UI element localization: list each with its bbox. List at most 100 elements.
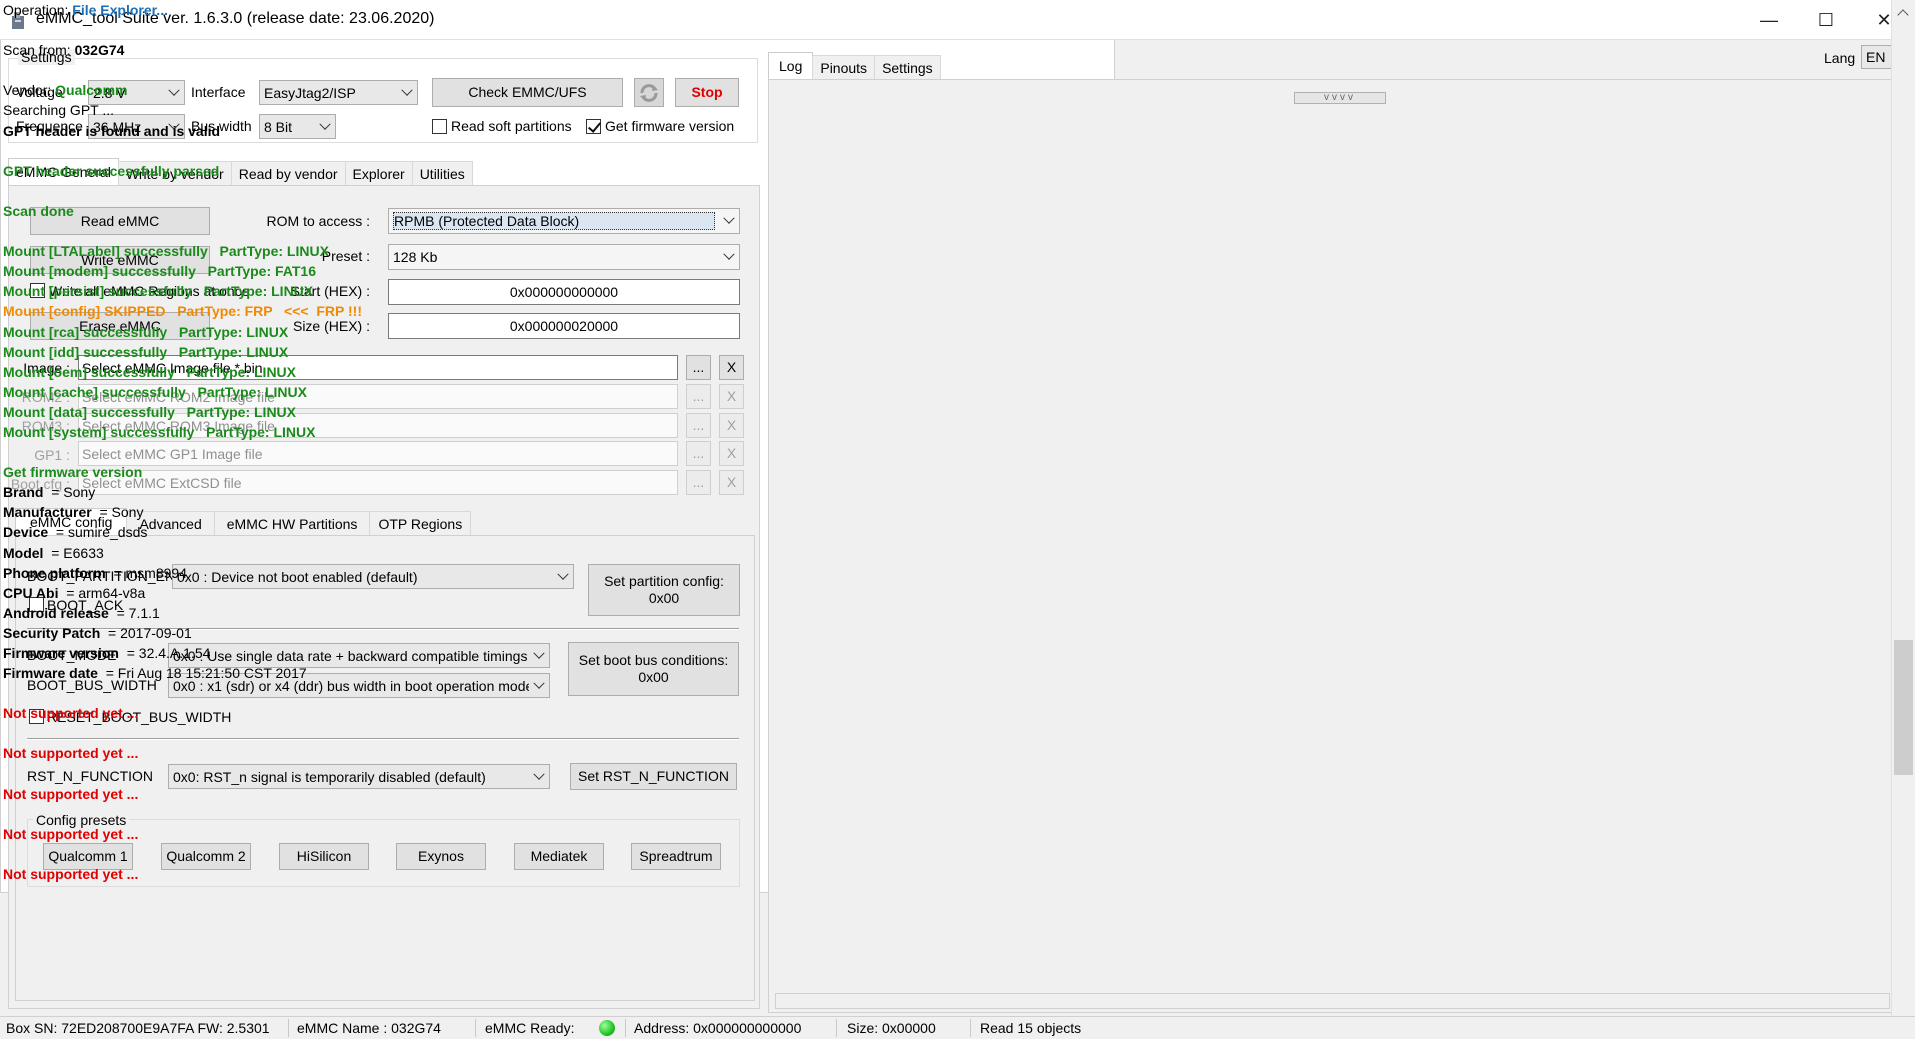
log-line: Searching GPT ... (3, 100, 1887, 120)
log-line: Model = E6633 (3, 543, 1887, 563)
status-divider (970, 1019, 971, 1037)
log-line: Mount [data] successfully PartType: LINU… (3, 402, 1887, 422)
log-line: Manufacturer = Sony (3, 502, 1887, 522)
log-line: Get firmware version (3, 462, 1887, 482)
log-line: Not supported yet ... (3, 703, 1887, 723)
log-segment: Firmware date (3, 665, 98, 682)
log-segment: Mount [LTALabel] successfully PartType: … (3, 243, 329, 260)
log-line: Mount [LTALabel] successfully PartType: … (3, 241, 1887, 261)
log-segment: = Sony (43, 484, 96, 501)
log-segment: = msm8994 (105, 564, 187, 581)
log-lines: Operation: File Explorer... Scan from: 0… (3, 0, 1887, 884)
log-line: Mount [oem] successfully PartType: LINUX (3, 362, 1887, 382)
status-divider (288, 1019, 289, 1037)
log-line: Not supported yet ... (3, 824, 1887, 844)
log-segment: Scan done (3, 202, 74, 219)
log-segment: Not supported yet ... (3, 825, 139, 842)
log-line: GPT header successfully parsed (3, 161, 1887, 181)
log-segment: Not supported yet ... (3, 745, 139, 762)
log-line: Not supported yet ... (3, 743, 1887, 763)
log-line: Mount [system] successfully PartType: LI… (3, 422, 1887, 442)
log-line: CPU Abi = arm64-v8a (3, 583, 1887, 603)
log-segment: Qualcomm (55, 82, 128, 99)
log-line: Phone platform = msm8994 (3, 563, 1887, 583)
log-segment: Not supported yet ... (3, 705, 139, 722)
log-segment: Not supported yet ... (3, 866, 139, 883)
log-segment: Mount [config] SKIPPED PartType: FRP <<<… (3, 303, 362, 320)
log-line: Mount [config] SKIPPED PartType: FRP <<<… (3, 301, 1887, 321)
log-segment: Brand (3, 484, 44, 501)
log-line: Mount [persist] successfully PartType: L… (3, 281, 1887, 301)
log-segment: Mount [cache] successfully PartType: LIN… (3, 383, 307, 400)
log-segment: GPT header successfully parsed (3, 162, 220, 179)
status-divider (475, 1019, 476, 1037)
status-divider (625, 1019, 626, 1037)
address-status: Address: 0x000000000000 (634, 1020, 802, 1036)
log-segment: Phone platform (3, 564, 106, 581)
log-line: Not supported yet ... (3, 784, 1887, 804)
read-objects-status: Read 15 objects (980, 1020, 1082, 1036)
log-segment: GPT header is found and is valid (3, 122, 221, 139)
log-view: Operation: File Explorer... Scan from: 0… (0, 0, 1915, 1039)
status-bar: Box SN: 72ED208700E9A7FA FW: 2.5301 eMMC… (0, 1016, 1915, 1039)
log-line: GPT header is found and is valid (3, 121, 1887, 141)
log-segment: Firmware version (3, 645, 119, 661)
log-segment: Get firmware version (3, 464, 143, 481)
log-line: Firmware version = 32.4.A.1.54 (3, 643, 1887, 663)
log-segment: Mount [persist] successfully PartType: L… (3, 283, 314, 300)
log-segment: Device (3, 524, 49, 541)
size-status: Size: 0x00000 (847, 1020, 936, 1036)
log-segment: File Explorer... (72, 2, 168, 18)
log-segment: Scan from: (3, 42, 75, 59)
log-segment: Mount [system] successfully PartType: LI… (3, 423, 316, 440)
log-line: Mount [modem] successfully PartType: FAT… (3, 261, 1887, 281)
log-segment: Mount [rca] successfully PartType: LINUX (3, 323, 289, 340)
log-segment: Manufacturer (3, 504, 92, 521)
box-sn-status: Box SN: 72ED208700E9A7FA FW: 2.5301 (6, 1020, 270, 1036)
log-segment: Mount [data] successfully PartType: LINU… (3, 403, 297, 420)
log-segment: CPU Abi (3, 584, 59, 601)
log-segment: = 7.1.1 (108, 604, 160, 621)
emmc-ready-status: eMMC Ready: (485, 1020, 575, 1036)
log-line: Mount [rca] successfully PartType: LINUX (3, 322, 1887, 342)
log-segment: Vendor: (3, 82, 56, 99)
status-divider (836, 1019, 837, 1037)
log-line: Android release = 7.1.1 (3, 603, 1887, 623)
log-segment: = 2017-09-01 (100, 624, 192, 641)
log-horizontal-scrollbar[interactable] (775, 993, 1890, 1009)
log-line: Mount [cache] successfully PartType: LIN… (3, 382, 1887, 402)
log-line: Device = sumire_dsds (3, 522, 1887, 542)
log-segment: 032G74 (74, 42, 125, 59)
log-segment: = Fri Aug 18 15:21:50 CST 2017 (97, 665, 307, 682)
log-segment: Android release (3, 604, 109, 621)
log-segment: Mount [oem] successfully PartType: LINUX (3, 363, 297, 380)
log-line: Operation: File Explorer... (3, 0, 1887, 20)
log-line: Firmware date = Fri Aug 18 15:21:50 CST … (3, 663, 1887, 683)
log-line: Not supported yet ... (3, 864, 1887, 884)
log-segment: Mount [modem] successfully PartType: FAT… (3, 263, 316, 280)
emmc-ready-led-icon (599, 1020, 615, 1036)
log-line: Security Patch = 2017-09-01 (3, 623, 1887, 643)
log-segment: Operation: (3, 2, 73, 18)
log-segment: Mount [idd] successfully PartType: LINUX (3, 343, 289, 360)
log-segment: = 32.4.A.1.54 (118, 645, 211, 661)
log-segment: = E6633 (43, 544, 104, 561)
log-line: Scan done (3, 201, 1887, 221)
log-line: Vendor: Qualcomm (3, 80, 1887, 100)
log-line: Scan from: 032G74 (3, 40, 1887, 60)
log-segment: Searching GPT ... (3, 102, 115, 119)
log-segment: = arm64-v8a (58, 584, 146, 601)
log-segment: Security Patch (3, 624, 101, 641)
emmc-name-status: eMMC Name : 032G74 (297, 1020, 441, 1036)
